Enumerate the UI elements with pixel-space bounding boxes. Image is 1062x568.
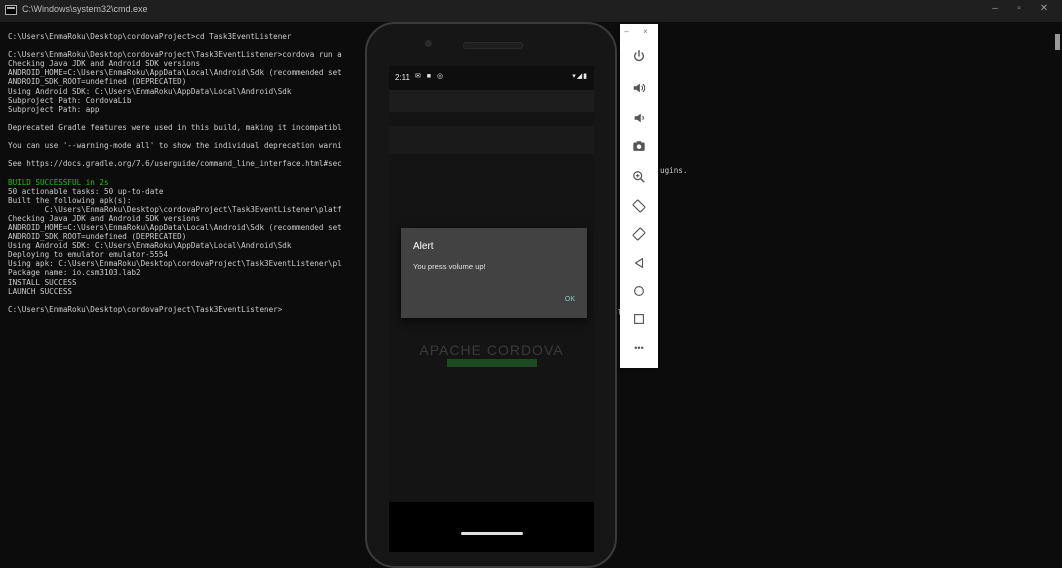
back-button[interactable] <box>629 253 649 273</box>
alert-dialog: Alert You press volume up! OK <box>401 228 587 318</box>
minimize-button[interactable]: – <box>985 3 1005 14</box>
power-icon <box>633 50 645 62</box>
dialog-message: You press volume up! <box>413 262 486 271</box>
scrollbar-thumb[interactable] <box>1055 34 1060 50</box>
rotate-left-button[interactable] <box>629 196 649 216</box>
close-button[interactable]: ✕ <box>1034 3 1054 14</box>
cmd-icon <box>5 5 17 15</box>
emulator-toolbar: – × ••• <box>620 24 658 368</box>
maximize-button[interactable]: ▫ <box>1009 3 1029 14</box>
camera-icon <box>425 40 432 47</box>
status-time: 2:11 <box>395 73 410 82</box>
zoom-button[interactable] <box>629 167 649 187</box>
camera-icon <box>633 141 645 151</box>
phone-screen[interactable]: 2:11 ✉ ■ ◎ ▾◢▮ APACHE CORDOVA Alert You … <box>389 66 594 552</box>
app-header-strip <box>389 126 594 154</box>
back-triangle-icon <box>634 258 644 268</box>
power-button[interactable] <box>629 46 649 66</box>
window-title: C:\Windows\system32\cmd.exe <box>22 4 148 14</box>
volume-down-icon <box>634 113 644 123</box>
more-button[interactable]: ••• <box>629 338 649 358</box>
speaker-grille <box>463 42 523 49</box>
home-circle-icon <box>634 286 644 296</box>
device-ready-badge <box>447 359 537 367</box>
rotate-right-icon <box>632 227 646 241</box>
signal-battery-icons: ▾◢▮ <box>572 73 588 80</box>
volume-up-button[interactable] <box>629 78 649 98</box>
zoom-icon <box>633 171 645 183</box>
scrollbar[interactable] <box>1053 26 1060 564</box>
rotate-left-icon <box>632 199 646 213</box>
notification-icons: ✉ ■ ◎ <box>415 73 446 80</box>
overview-button[interactable] <box>629 309 649 329</box>
console-overflow-text: ugins. <box>660 166 688 175</box>
gesture-nav-pill[interactable] <box>461 532 523 535</box>
app-top-bar <box>389 90 594 112</box>
volume-up-icon <box>633 83 646 93</box>
emulator-phone: 2:11 ✉ ■ ◎ ▾◢▮ APACHE CORDOVA Alert You … <box>365 22 617 568</box>
dialog-title: Alert <box>413 241 434 252</box>
app-background-title: APACHE CORDOVA <box>419 342 564 358</box>
screenshot-button[interactable] <box>629 136 649 156</box>
volume-down-button[interactable] <box>629 108 649 128</box>
overview-square-icon <box>634 314 644 324</box>
status-bar: 2:11 ✉ ■ ◎ ▾◢▮ <box>389 66 594 90</box>
rotate-right-button[interactable] <box>629 224 649 244</box>
toolbar-window-controls[interactable]: – × <box>620 27 658 36</box>
ok-button[interactable]: OK <box>565 296 575 303</box>
home-button[interactable] <box>629 281 649 301</box>
title-bar[interactable]: C:\Windows\system32\cmd.exe – ▫ ✕ <box>0 0 1062 22</box>
